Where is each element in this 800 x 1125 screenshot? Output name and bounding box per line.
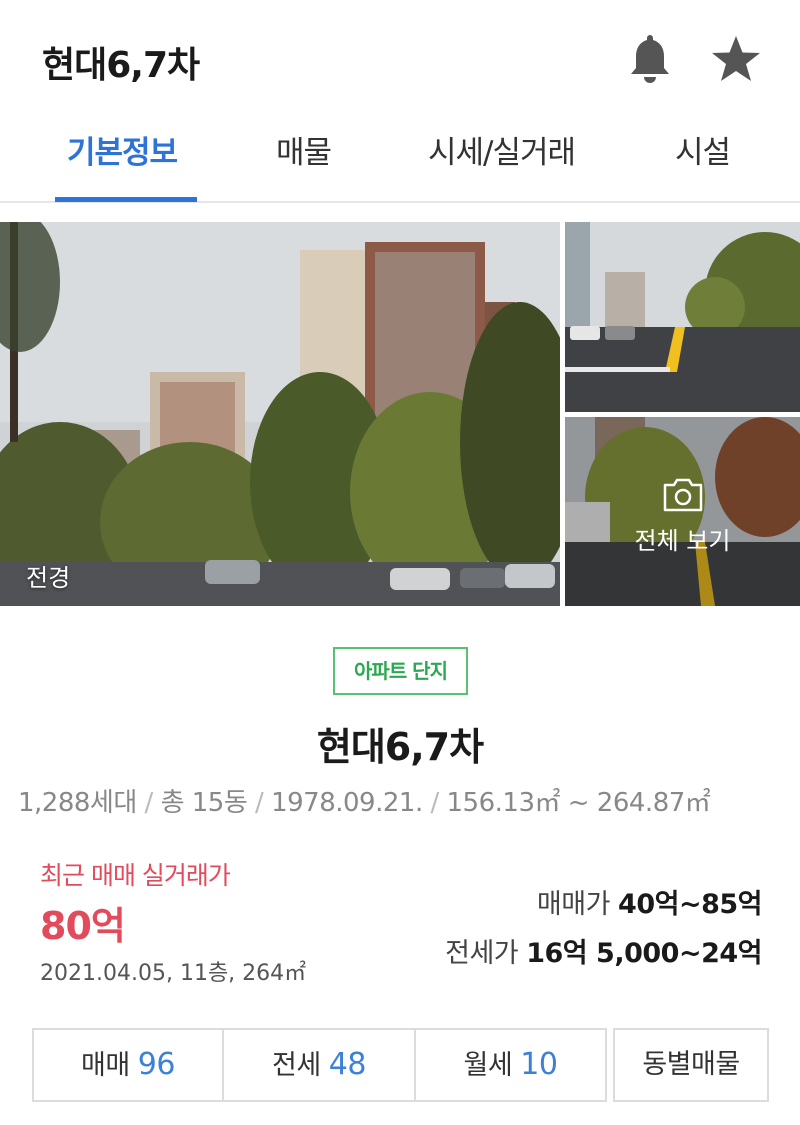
bell-icon[interactable]: [628, 32, 672, 84]
recent-trade-detail: 2021.04.05, 11층, 264㎡: [40, 961, 307, 986]
complex-type-badge: 아파트 단지: [333, 647, 468, 695]
jeonse-listings-label: 전세: [272, 1050, 321, 1081]
jeonse-listings-count: 48: [328, 1047, 367, 1082]
star-icon[interactable]: [710, 34, 762, 84]
sale-listings-count: 96: [137, 1047, 176, 1082]
photo-gallery: 전경 전체 보기: [0, 222, 800, 606]
jeonse-price-range: 전세가 16억 5,000~24억: [445, 931, 762, 970]
tab-price-trades[interactable]: 시세/실거래: [428, 127, 576, 201]
monthly-listings-count: 10: [520, 1047, 558, 1082]
households: 1,288세대: [18, 788, 137, 818]
area-range: 156.13㎡ ~ 264.87㎡: [446, 788, 711, 818]
separator: /: [144, 788, 161, 818]
view-all-photos-button[interactable]: 전체 보기: [565, 417, 800, 606]
side-photo-street[interactable]: [565, 222, 800, 412]
sale-price-value: 40억~85억: [618, 889, 762, 920]
main-photo[interactable]: 전경: [0, 222, 560, 606]
building-count: 총 15동: [160, 788, 248, 818]
page-title: 현대6,7차: [42, 45, 200, 86]
app-header: 현대6,7차: [0, 0, 800, 115]
separator: /: [430, 788, 447, 818]
by-building-listings-button[interactable]: 동별매물: [613, 1028, 769, 1102]
monthly-listings-button[interactable]: 월세 10: [414, 1028, 607, 1102]
view-all-overlay: 전체 보기: [565, 417, 800, 606]
recent-trade-label: 최근 매매 실거래가: [40, 861, 231, 890]
jeonse-price-label: 전세가: [445, 938, 519, 969]
separator: /: [255, 788, 272, 818]
sale-price-range: 매매가 40억~85억: [536, 882, 763, 921]
jeonse-price-value: 16억 5,000~24억: [526, 938, 762, 969]
recent-trade-price: 80억: [40, 904, 126, 948]
photo-caption: 전경: [26, 564, 71, 592]
complex-meta: 1,288세대 / 총 15동 / 1978.09.21. / 156.13㎡ …: [18, 782, 711, 819]
active-tab-indicator: [55, 197, 197, 202]
tab-listings[interactable]: 매물: [276, 127, 332, 201]
tab-basic-info[interactable]: 기본정보: [67, 127, 178, 201]
tab-bar: 기본정보 매물 시세/실거래 시설: [0, 115, 800, 203]
jeonse-listings-button[interactable]: 전세 48: [222, 1028, 416, 1102]
sale-listings-label: 매매: [81, 1050, 130, 1081]
approval-date: 1978.09.21.: [271, 788, 423, 818]
monthly-listings-label: 월세: [463, 1050, 513, 1081]
camera-icon: [663, 478, 703, 512]
view-all-label: 전체 보기: [634, 527, 731, 555]
tab-facilities[interactable]: 시설: [675, 127, 731, 201]
complex-name: 현대6,7차: [316, 725, 484, 769]
sale-listings-button[interactable]: 매매 96: [32, 1028, 224, 1102]
sale-price-label: 매매가: [536, 889, 611, 920]
